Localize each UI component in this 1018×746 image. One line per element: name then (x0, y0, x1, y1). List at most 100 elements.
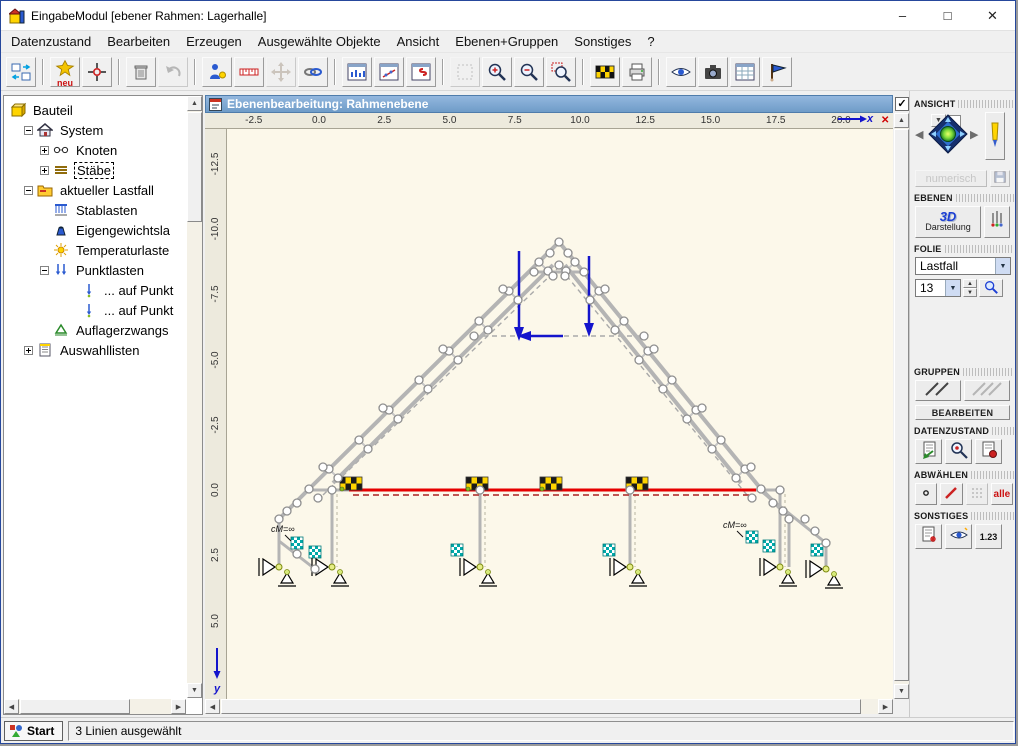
menu-datenzustand[interactable]: Datenzustand (3, 32, 99, 51)
tree-horizontal-scrollbar[interactable]: ◀ ▶ (4, 699, 186, 714)
tree-item-knoten[interactable]: Knoten (4, 140, 186, 160)
tree-item-auf-punkt-2[interactable]: ... auf Punkt (4, 300, 186, 320)
tables-button[interactable] (730, 57, 760, 87)
zoom-out-button[interactable] (514, 57, 544, 87)
rotate-left-button[interactable]: ◀ (915, 128, 923, 141)
scrollbar-thumb[interactable] (20, 699, 130, 714)
layout-transfer-button[interactable] (6, 57, 36, 87)
menu-bearbeiten[interactable]: Bearbeiten (99, 32, 178, 51)
identify-button[interactable] (202, 57, 232, 87)
deselect-grid-button[interactable] (966, 483, 988, 505)
pattern-button[interactable] (590, 57, 620, 87)
close-button[interactable]: ✕ (970, 1, 1015, 30)
dimension-button[interactable] (234, 57, 264, 87)
tree-item-auflagerzwang[interactable]: Auflagerzwangs (4, 320, 186, 340)
connect-button[interactable] (298, 57, 328, 87)
tree-item-temperaturlast[interactable]: Temperaturlaste (4, 240, 186, 260)
view-compass[interactable]: ◀ ▶ ▼ (915, 112, 981, 164)
spin-down-button[interactable]: ▼ (963, 288, 977, 297)
save-view-button[interactable] (990, 170, 1010, 187)
collapse-icon[interactable] (24, 186, 33, 195)
expand-icon[interactable] (40, 166, 49, 175)
delete-button[interactable] (126, 57, 156, 87)
chevron-down-icon[interactable]: ▼ (945, 280, 960, 296)
tree-item-eigengewicht[interactable]: Eigengewichtsla (4, 220, 186, 240)
scroll-up-button[interactable]: ▲ (187, 96, 202, 111)
collapse-icon[interactable] (40, 266, 49, 275)
edit-view-button[interactable] (985, 112, 1005, 160)
collapse-icon[interactable] (24, 126, 33, 135)
spin-up-button[interactable]: ▲ (963, 279, 977, 288)
new-object-button[interactable]: neu (50, 57, 80, 87)
numeric-view-button[interactable]: numerisch (915, 170, 987, 187)
scrollbar-thumb[interactable] (187, 112, 202, 222)
canvas-horizontal-scrollbar[interactable]: ◀ ▶ (205, 699, 893, 714)
scroll-right-button[interactable]: ▶ (878, 699, 893, 714)
tree-item-bauteil[interactable]: Bauteil (4, 100, 186, 120)
tree-item-punktlasten[interactable]: Punktlasten (4, 260, 186, 280)
chevron-down-icon[interactable]: ▼ (995, 258, 1010, 274)
folie-number-select[interactable]: 13 ▼ (915, 279, 961, 297)
rotate-right-button[interactable]: ▶ (970, 128, 978, 141)
zoom-window-button[interactable] (546, 57, 576, 87)
data-inspect-button[interactable] (945, 439, 972, 464)
move-button[interactable] (266, 57, 296, 87)
snapshot-button[interactable] (698, 57, 728, 87)
menu-help[interactable]: ? (639, 32, 662, 51)
scroll-left-button[interactable]: ◀ (205, 699, 220, 714)
bearbeiten-button[interactable]: BEARBEITEN (915, 405, 1010, 420)
tree-vertical-scrollbar[interactable]: ▲ ▼ (187, 96, 202, 698)
expand-icon[interactable] (40, 146, 49, 155)
maximize-button[interactable]: □ (925, 1, 970, 30)
model-drawing[interactable]: cM=∞cM=∞ (227, 129, 893, 699)
menu-erzeugen[interactable]: Erzeugen (178, 32, 250, 51)
plane-tool-button[interactable] (984, 206, 1010, 238)
scroll-down-button[interactable]: ▼ (894, 684, 909, 699)
notes-button[interactable] (915, 524, 942, 549)
canvas-vertical-scrollbar[interactable]: ▲ ▼ (894, 113, 909, 699)
calculator-button[interactable]: 1.23 (975, 524, 1002, 549)
window-loads-button[interactable] (342, 57, 372, 87)
menu-ausgewaehlte-objekte[interactable]: Ausgewählte Objekte (250, 32, 389, 51)
view-button[interactable] (666, 57, 696, 87)
flag-button[interactable] (762, 57, 792, 87)
deselect-point-button[interactable] (915, 483, 937, 505)
folie-zoom-button[interactable] (979, 279, 1003, 297)
tree-item-stablasten[interactable]: Stablasten (4, 200, 186, 220)
scroll-left-button[interactable]: ◀ (4, 699, 19, 714)
tree-item-staebe[interactable]: Stäbe (4, 160, 186, 180)
start-button[interactable]: Start (4, 721, 63, 741)
expand-icon[interactable] (24, 346, 33, 355)
scroll-up-button[interactable]: ▲ (894, 113, 909, 128)
menu-ansicht[interactable]: Ansicht (389, 32, 448, 51)
data-import-button[interactable] (915, 439, 942, 464)
menu-sonstiges[interactable]: Sonstiges (566, 32, 639, 51)
scroll-right-button[interactable]: ▶ (171, 699, 186, 714)
window-plot-button[interactable] (374, 57, 404, 87)
undo-button[interactable] (158, 57, 188, 87)
window-section-button[interactable] (406, 57, 436, 87)
menu-ebenen-gruppen[interactable]: Ebenen+Gruppen (447, 32, 566, 51)
tree-item-auswahllisten[interactable]: Auswahllisten (4, 340, 186, 360)
tree-item-aktueller-lastfall[interactable]: aktueller Lastfall (4, 180, 186, 200)
plane-visible-checkbox[interactable]: ✓ (895, 97, 909, 111)
visibility-button[interactable] (945, 524, 972, 549)
3d-darstellung-button[interactable]: 3D Darstellung (915, 206, 981, 238)
minimize-button[interactable]: – (880, 1, 925, 30)
data-stamp-button[interactable] (975, 439, 1002, 464)
selection-grid-button[interactable] (450, 57, 480, 87)
scrollbar-thumb[interactable] (221, 699, 861, 714)
folie-type-select[interactable]: Lastfall ▼ (915, 257, 1011, 275)
group-lines-dark-button[interactable] (915, 380, 961, 401)
compass-icon[interactable] (928, 114, 968, 154)
print-button[interactable] (622, 57, 652, 87)
zoom-in-button[interactable] (482, 57, 512, 87)
group-lines-light-button[interactable] (964, 380, 1010, 401)
scrollbar-thumb[interactable] (894, 129, 909, 681)
tree-item-system[interactable]: System (4, 120, 186, 140)
deselect-line-button[interactable] (940, 483, 962, 505)
scroll-down-button[interactable]: ▼ (187, 683, 202, 698)
tree-item-auf-punkt-1[interactable]: ... auf Punkt (4, 280, 186, 300)
snap-points-button[interactable] (82, 57, 112, 87)
deselect-all-button[interactable]: alle (991, 483, 1013, 505)
